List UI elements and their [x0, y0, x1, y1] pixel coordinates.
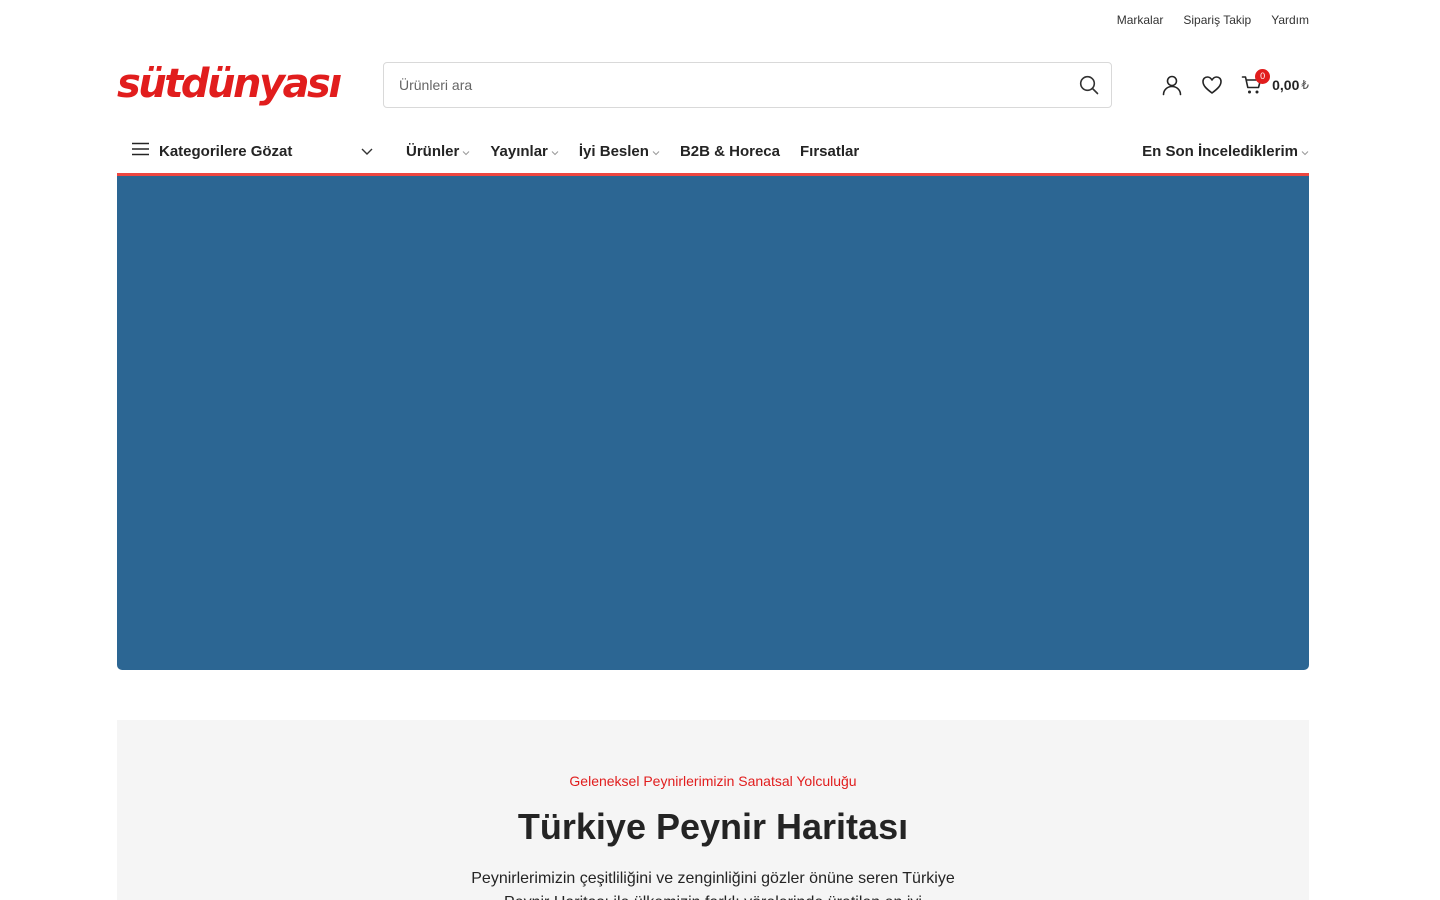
categories-label: Kategorilere Gözat	[159, 143, 293, 160]
chevron-down-icon	[462, 143, 470, 160]
menu-item-label: Fırsatlar	[799, 143, 860, 160]
search-icon[interactable]	[1077, 73, 1101, 97]
section-description: Peynirlerimizin çeşitliliğini ve zenginl…	[471, 870, 955, 900]
cart-count-badge: 0	[1255, 69, 1271, 84]
link-order-tracking[interactable]: Sipariş Takip	[1183, 13, 1251, 27]
search-box	[383, 62, 1112, 108]
menu-item-label: Yayınlar	[490, 143, 548, 160]
top-links: Markalar Sipariş Takip Yardım	[117, 0, 1309, 40]
menu-item-nutrition[interactable]: İyi Beslen	[579, 143, 660, 160]
hero-banner[interactable]	[117, 176, 1309, 670]
menu-item-publications[interactable]: Yayınlar	[490, 143, 559, 160]
categories-dropdown[interactable]: Kategorilere Gözat	[117, 130, 383, 173]
menu-item-deals[interactable]: Fırsatlar	[800, 143, 859, 160]
cart[interactable]: 0 0,00 ₺	[1238, 69, 1309, 99]
search-input[interactable]	[399, 63, 1039, 107]
menu-bar: Ürünler Yayınlar İyi Beslen B2B & Horeca…	[406, 130, 859, 173]
menu-item-products[interactable]: Ürünler	[406, 143, 470, 160]
menu-item-b2b[interactable]: B2B & Horeca	[680, 143, 780, 160]
menu-icon	[132, 142, 149, 161]
chevron-down-icon	[551, 143, 559, 160]
recently-viewed-label: En Son İncelediklerim	[1142, 143, 1298, 160]
menu-item-label: İyi Beslen	[578, 143, 649, 160]
menu-item-label: B2B & Horeca	[679, 143, 780, 160]
chevron-down-icon	[361, 144, 373, 162]
user-icon[interactable]	[1158, 71, 1186, 99]
menu-item-label: Ürünler	[406, 143, 460, 160]
chevron-down-icon	[652, 143, 660, 160]
section-title: Türkiye Peynir Haritası	[517, 806, 909, 847]
main-navigation: Kategorilere Gözat Ürünler Yayınlar İyi …	[117, 130, 1309, 176]
header: sütdünyası 0 0,00 ₺	[117, 40, 1309, 130]
cheese-map-section: Geleneksel Peynirlerimizin Sanatsal Yolc…	[117, 720, 1309, 900]
recently-viewed-dropdown[interactable]: En Son İncelediklerim	[1142, 130, 1309, 173]
chevron-down-icon	[1301, 143, 1309, 160]
section-subtitle: Geleneksel Peynirlerimizin Sanatsal Yolc…	[569, 773, 857, 789]
site-logo[interactable]: sütdünyası	[117, 60, 342, 108]
cart-total: 0,00	[1272, 77, 1300, 93]
cart-icon[interactable]: 0	[1238, 69, 1271, 99]
link-help[interactable]: Yardım	[1271, 13, 1309, 27]
heart-icon[interactable]	[1198, 71, 1226, 99]
link-brands[interactable]: Markalar	[1117, 13, 1164, 27]
header-actions: 0 0,00 ₺	[1158, 69, 1309, 100]
currency-symbol: ₺	[1301, 78, 1309, 92]
